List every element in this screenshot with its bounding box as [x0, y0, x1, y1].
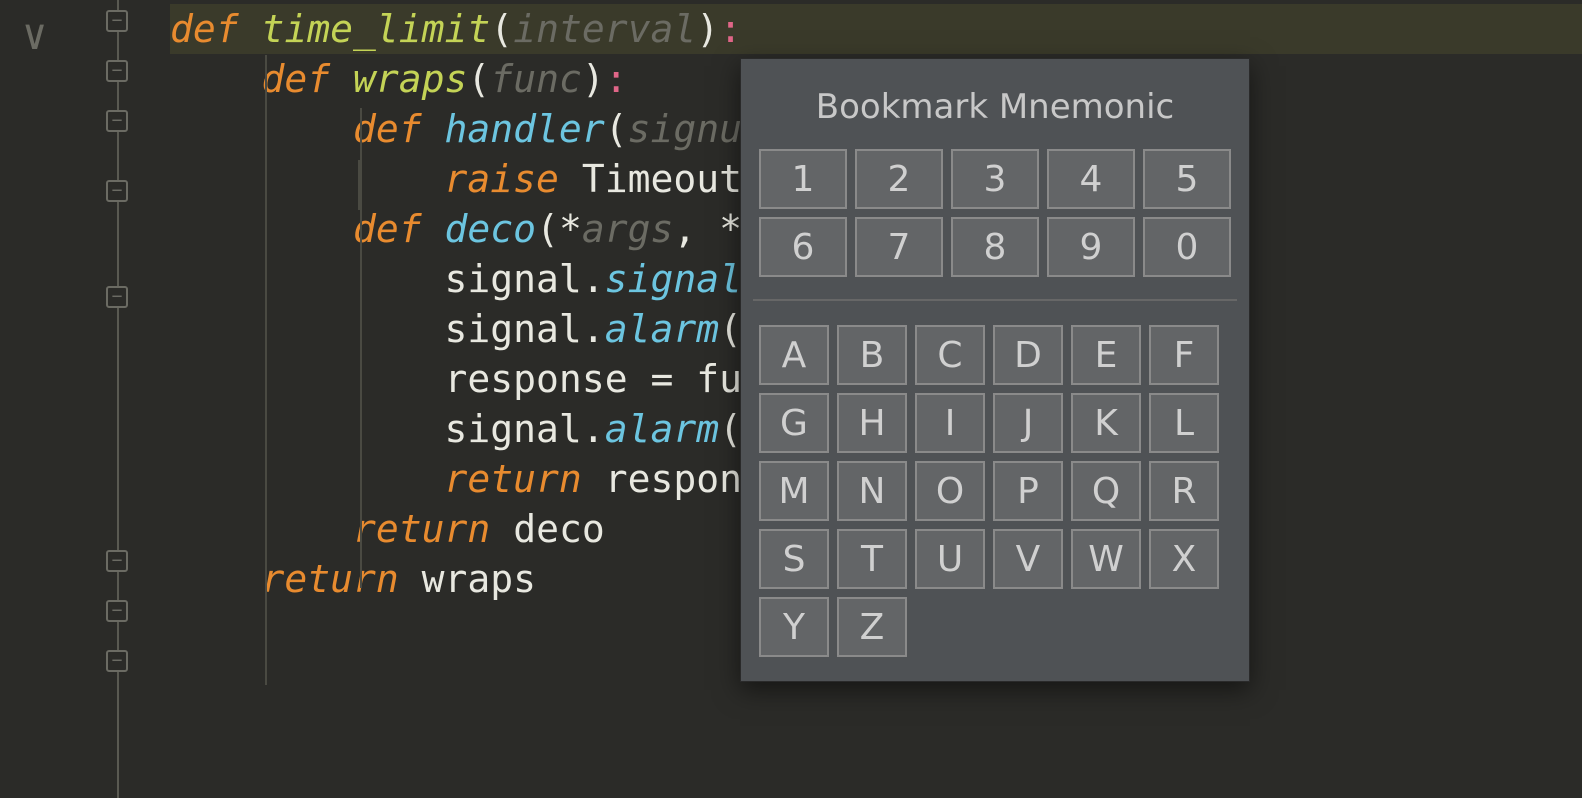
mnemonic-key-x[interactable]: X [1149, 529, 1219, 589]
mnemonic-key-p[interactable]: P [993, 461, 1063, 521]
mnemonic-key-n[interactable]: N [837, 461, 907, 521]
mnemonic-key-9[interactable]: 9 [1047, 217, 1135, 277]
mnemonic-key-l[interactable]: L [1149, 393, 1219, 453]
mnemonic-key-g[interactable]: G [759, 393, 829, 453]
mnemonic-key-6[interactable]: 6 [759, 217, 847, 277]
indent-guide [265, 55, 267, 685]
mnemonic-key-4[interactable]: 4 [1047, 149, 1135, 209]
mnemonic-key-m[interactable]: M [759, 461, 829, 521]
popup-title: Bookmark Mnemonic [759, 75, 1231, 149]
mnemonic-key-5[interactable]: 5 [1143, 149, 1231, 209]
mnemonic-key-i[interactable]: I [915, 393, 985, 453]
gutter: ∨ [0, 0, 170, 798]
fold-toggle-icon[interactable] [106, 10, 128, 32]
fold-toggle-icon[interactable] [106, 180, 128, 202]
letter-key-grid: ABCDEF GHIJKL MNOPQR STUVWX YZ [759, 325, 1231, 657]
fold-toggle-icon[interactable] [106, 60, 128, 82]
chevron-down-icon[interactable]: ∨ [22, 10, 47, 59]
mnemonic-key-q[interactable]: Q [1071, 461, 1141, 521]
bookmark-mnemonic-popup: Bookmark Mnemonic 12345 67890 ABCDEF GHIJK… [740, 58, 1250, 682]
mnemonic-key-z[interactable]: Z [837, 597, 907, 657]
fold-toggle-icon[interactable] [106, 550, 128, 572]
code-line[interactable]: def time_limit(interval): [170, 4, 1582, 54]
fold-toggle-icon[interactable] [106, 110, 128, 132]
mnemonic-key-u[interactable]: U [915, 529, 985, 589]
mnemonic-key-k[interactable]: K [1071, 393, 1141, 453]
number-key-grid: 12345 67890 [759, 149, 1231, 277]
mnemonic-key-h[interactable]: H [837, 393, 907, 453]
mnemonic-key-f[interactable]: F [1149, 325, 1219, 385]
mnemonic-key-v[interactable]: V [993, 529, 1063, 589]
mnemonic-key-w[interactable]: W [1071, 529, 1141, 589]
mnemonic-key-j[interactable]: J [993, 393, 1063, 453]
mnemonic-key-d[interactable]: D [993, 325, 1063, 385]
mnemonic-key-t[interactable]: T [837, 529, 907, 589]
mnemonic-key-r[interactable]: R [1149, 461, 1219, 521]
mnemonic-key-2[interactable]: 2 [855, 149, 943, 209]
indent-guide [358, 160, 360, 210]
mnemonic-key-b[interactable]: B [837, 325, 907, 385]
popup-divider [753, 299, 1237, 301]
mnemonic-key-c[interactable]: C [915, 325, 985, 385]
mnemonic-key-7[interactable]: 7 [855, 217, 943, 277]
mnemonic-key-s[interactable]: S [759, 529, 829, 589]
mnemonic-key-o[interactable]: O [915, 461, 985, 521]
mnemonic-key-3[interactable]: 3 [951, 149, 1039, 209]
fold-toggle-icon[interactable] [106, 650, 128, 672]
fold-toggle-icon[interactable] [106, 286, 128, 308]
fold-column [103, 0, 133, 798]
mnemonic-key-a[interactable]: A [759, 325, 829, 385]
fold-toggle-icon[interactable] [106, 600, 128, 622]
mnemonic-key-8[interactable]: 8 [951, 217, 1039, 277]
mnemonic-key-0[interactable]: 0 [1143, 217, 1231, 277]
mnemonic-key-1[interactable]: 1 [759, 149, 847, 209]
mnemonic-key-y[interactable]: Y [759, 597, 829, 657]
indent-guide [360, 108, 362, 588]
mnemonic-key-e[interactable]: E [1071, 325, 1141, 385]
